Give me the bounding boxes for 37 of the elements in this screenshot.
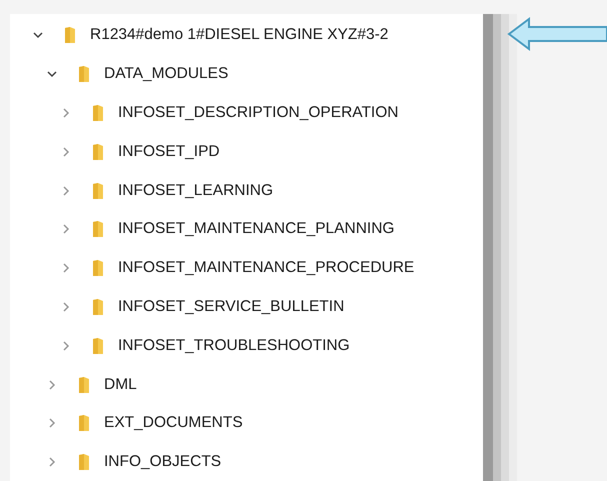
folder-icon xyxy=(78,65,90,84)
folder-icon xyxy=(78,414,90,432)
tree-item[interactable]: INFO_OBJECTS xyxy=(10,442,483,481)
folder-label: INFOSET_IPD xyxy=(118,142,220,161)
tree-item[interactable]: INFOSET_IPD xyxy=(10,132,483,172)
folder-label: INFOSET_MAINTENANCE_PLANNING xyxy=(118,220,394,238)
folder-icon xyxy=(92,259,104,278)
folder-label: INFOSET_SERVICE_BULLETIN xyxy=(118,298,344,316)
folder-label: EXT_DOCUMENTS xyxy=(104,414,243,432)
folder-label: INFOSET_TROUBLESHOOTING xyxy=(118,336,350,355)
folder-icon xyxy=(92,220,104,238)
folder-label: INFOSET_DESCRIPTION_OPERATION xyxy=(118,104,398,122)
tree-item[interactable]: DML xyxy=(10,365,483,404)
folder-icon xyxy=(92,182,104,200)
tree-item[interactable]: INFOSET_SERVICE_BULLETIN xyxy=(10,288,483,326)
folder-icon xyxy=(78,376,90,394)
tree-item[interactable]: DATA_MODULES xyxy=(10,54,483,94)
folder-icon xyxy=(92,298,104,316)
folder-label: DML xyxy=(104,376,137,394)
folder-label: INFOSET_MAINTENANCE_PROCEDURE xyxy=(118,259,414,278)
folder-icon xyxy=(64,26,76,44)
folder-label: R1234#demo 1#DIESEL ENGINE XYZ#3-2 xyxy=(90,26,388,44)
tree-item[interactable]: INFOSET_DESCRIPTION_OPERATION xyxy=(10,94,483,132)
folder-label: DATA_MODULES xyxy=(104,65,228,84)
folder-label: INFO_OBJECTS xyxy=(104,453,222,472)
left-arrow-icon xyxy=(507,16,607,52)
tree-item[interactable]: EXT_DOCUMENTS xyxy=(10,404,483,443)
tree-item[interactable]: INFOSET_LEARNING xyxy=(10,171,483,210)
folder-icon xyxy=(92,104,104,122)
folder-icon xyxy=(78,453,90,472)
tree-item[interactable]: R1234#demo 1#DIESEL ENGINE XYZ#3-2 xyxy=(10,16,483,55)
folder-icon xyxy=(92,336,104,355)
tree-item[interactable]: INFOSET_MAINTENANCE_PLANNING xyxy=(10,210,483,249)
tree-item[interactable]: INFOSET_MAINTENANCE_PROCEDURE xyxy=(10,248,483,288)
tree-item[interactable]: INFOSET_TROUBLESHOOTING xyxy=(10,326,483,366)
folder-icon xyxy=(92,142,104,161)
folder-label: INFOSET_LEARNING xyxy=(118,182,274,200)
